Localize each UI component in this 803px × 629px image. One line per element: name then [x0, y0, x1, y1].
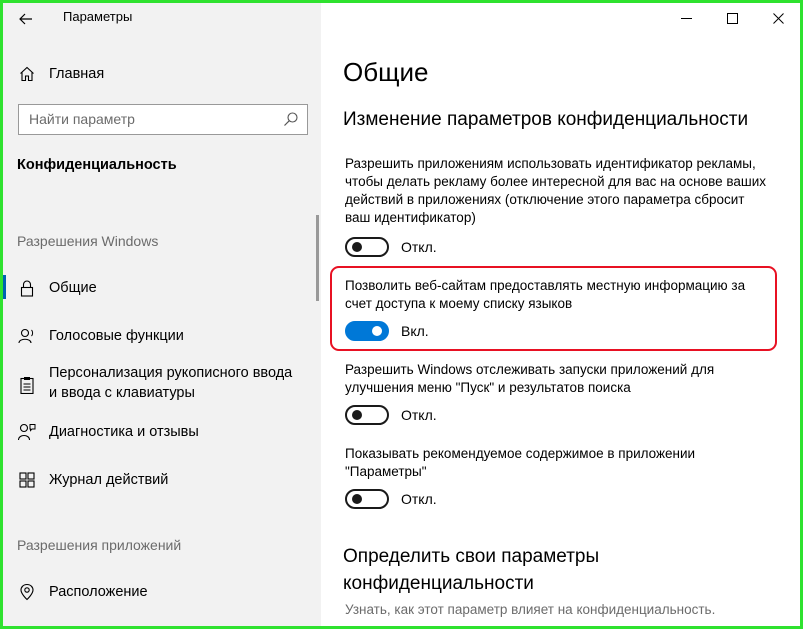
highlight-annotation	[330, 266, 777, 351]
category-title: Конфиденциальность	[17, 157, 177, 173]
settings-window: Параметры Главная Найти параметр Конфиде…	[3, 3, 800, 626]
active-indicator	[3, 275, 6, 299]
sidebar-item-label: Расположение	[49, 584, 148, 600]
setting-suggested-content-description: Показывать рекомендуемое содержимое в пр…	[345, 446, 696, 479]
section2-title: Определить свои параметры конфиденциальн…	[343, 546, 600, 594]
maximize-icon	[726, 12, 738, 24]
minimize-button[interactable]	[663, 3, 709, 33]
advertising-id-toggle[interactable]	[345, 237, 389, 257]
search-input[interactable]: Найти параметр	[18, 104, 308, 135]
sidebar-item-speech[interactable]: Голосовые функции	[17, 325, 307, 347]
sidebar-item-general[interactable]: Общие	[17, 277, 307, 299]
sidebar: Параметры Главная Найти параметр Конфиде…	[3, 3, 321, 626]
suggested-content-state: Откл.	[401, 491, 437, 507]
toggle-knob	[352, 242, 362, 252]
back-button[interactable]	[15, 9, 37, 29]
privacy-subtitle: Изменение параметров конфиденциальности	[343, 109, 749, 130]
section-app-permissions: Разрешения приложений	[17, 537, 182, 553]
advertising-id-state: Откл.	[401, 239, 437, 255]
section2-link[interactable]: Узнать, как этот параметр влияет на конф…	[345, 602, 715, 617]
setting-app-launch-tracking-description: Разрешить Windows отслеживать запуски пр…	[345, 362, 715, 395]
sidebar-item-activity-history[interactable]: Журнал действий	[17, 469, 307, 491]
activity-history-icon	[17, 470, 37, 490]
page-title: Общие	[343, 57, 429, 87]
location-icon	[17, 582, 37, 602]
sidebar-item-label: Персонализация рукописного ввода и ввода…	[49, 365, 293, 401]
section-windows-permissions: Разрешения Windows	[17, 233, 159, 249]
sidebar-item-label: Журнал действий	[49, 472, 169, 488]
search-placeholder: Найти параметр	[29, 111, 135, 127]
setting-advertising-id-description: Разрешить приложениям использовать идент…	[345, 156, 766, 225]
sidebar-item-label: Голосовые функции	[49, 328, 184, 344]
clipboard-icon	[17, 375, 37, 395]
sidebar-scrollbar[interactable]	[316, 215, 319, 301]
app-launch-tracking-toggle[interactable]	[345, 405, 389, 425]
search-icon[interactable]	[283, 111, 301, 129]
voice-icon	[17, 326, 37, 346]
person-feedback-icon	[17, 422, 37, 442]
sidebar-item-label: Диагностика и отзывы	[49, 424, 199, 440]
sidebar-item-diagnostics[interactable]: Диагностика и отзывы	[17, 421, 307, 443]
app-launch-tracking-state: Откл.	[401, 407, 437, 423]
close-icon	[772, 12, 784, 24]
minimize-icon	[680, 17, 692, 19]
sidebar-item-home[interactable]: Главная	[17, 62, 307, 86]
sidebar-item-label: Общие	[49, 280, 97, 296]
sidebar-item-inking-typing[interactable]: Персонализация рукописного ввода и ввода…	[17, 363, 307, 407]
back-arrow-icon	[19, 13, 32, 25]
sidebar-item-location[interactable]: Расположение	[17, 581, 307, 603]
toggle-knob	[352, 410, 362, 420]
maximize-button[interactable]	[709, 3, 755, 33]
suggested-content-toggle[interactable]	[345, 489, 389, 509]
close-button[interactable]	[755, 3, 800, 33]
sidebar-item-label: Главная	[49, 66, 105, 82]
app-title: Параметры	[63, 9, 133, 24]
toggle-knob	[352, 494, 362, 504]
home-icon	[17, 64, 37, 84]
lock-icon	[17, 278, 37, 298]
